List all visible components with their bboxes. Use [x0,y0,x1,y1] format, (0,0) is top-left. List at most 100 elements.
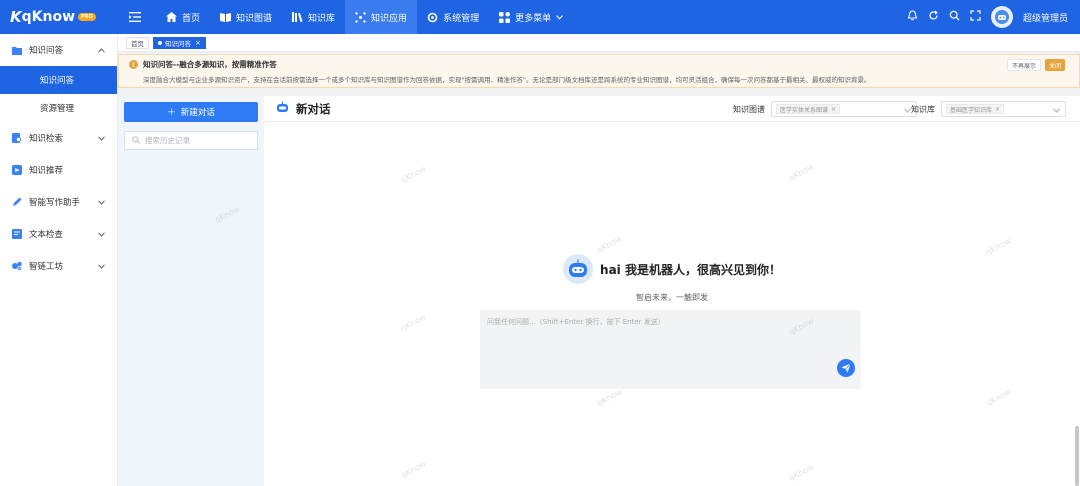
chevron-down-icon [904,106,911,116]
welcome-row: hai 我是机器人，很高兴见到你！ [264,254,1080,284]
plus-icon: ＋ [167,108,176,118]
top-toolbar: 超级管理员 [907,0,1068,34]
close-icon[interactable]: × [831,106,836,113]
grid-icon [499,11,511,23]
chevron-down-icon [98,134,105,144]
recommend-icon [12,165,22,175]
book-icon [220,12,232,22]
send-button[interactable] [837,359,855,377]
question-input-box [480,310,861,389]
sidebar-sub-label: 知识问答 [40,76,75,86]
nav-knowledge-graph-label: 知识图谱 [236,13,273,24]
refresh-icon[interactable] [928,10,939,24]
chevron-up-icon [98,46,105,56]
sidebar-item-knowledge-recommend[interactable]: 知识推荐 [0,154,117,186]
history-search-input[interactable]: 搜索历史记录 [124,131,258,150]
kb-select-label: 知识库 [911,104,935,114]
active-dot-icon [158,40,162,45]
new-chat-button[interactable]: ＋ 新建对话 [124,102,258,122]
kb-selected-tag: 基础医学知识库 × [946,104,1005,114]
search-icon[interactable] [949,10,960,24]
sidebar-item-knowledge-qa[interactable]: 知识问答 [0,34,117,66]
tab-label: 首页 [131,39,144,48]
menu-collapse-icon[interactable] [128,11,142,23]
library-icon [292,12,303,22]
question-input[interactable] [480,310,861,360]
nav-knowledge-graph[interactable]: 知识图谱 [210,0,282,34]
nav-knowledge-base-label: 知识库 [308,13,336,24]
nav-system-admin-label: 系统管理 [443,13,480,24]
notice-banner: ! 知识问答--融合多源知识，按需精准作答 深度融合大模型与企业多源知识资产，支… [118,54,1080,88]
chevron-down-icon [98,230,105,240]
app-logo[interactable]: K qKnow PRO [0,0,118,34]
send-icon [841,363,851,373]
chevron-down-icon [98,198,105,208]
settings-icon [427,12,438,23]
chevron-down-icon [556,14,563,20]
sidebar-item-knowledge-search[interactable]: 知识检索 [0,122,117,154]
kg-select-group: 知识图谱 医学实体关系图谱 × [733,101,917,117]
kg-select[interactable]: 医学实体关系图谱 × [771,101,917,117]
kb-select[interactable]: 基础医学知识库 × [941,101,1066,117]
apps-icon [355,11,366,23]
close-icon[interactable]: × [195,39,201,47]
search-icon [132,135,140,146]
sidebar-item-workshop[interactable]: 智链工坊 [0,250,117,282]
top-navbar: K qKnow PRO 首页 知识图谱 知识库 知识应用 系统管理 更多菜单 超… [0,0,1080,34]
kg-selected-tag: 医学实体关系图谱 × [776,104,841,114]
nav-home-label: 首页 [182,13,201,24]
new-chat-label: 新建对话 [180,108,215,118]
sidebar-item-label: 知识检索 [29,134,64,144]
page-scrollbar[interactable] [1074,96,1080,486]
sidebar-item-label: 知识推荐 [29,166,64,176]
history-search-placeholder: 搜索历史记录 [145,136,190,145]
fullscreen-icon[interactable] [970,10,981,24]
sidebar-sub-resource-management[interactable]: 资源管理 [0,94,117,122]
notice-description: 深度融合大模型与企业多源知识资产，支持在会话前按需选择一个或多个知识库与知识图谱… [143,76,871,84]
kb-select-group: 知识库 基础医学知识库 × [911,101,1066,117]
sidebar-item-label: 文本检查 [29,230,64,240]
welcome-subtitle: 智启未来，一触即发 [636,293,708,302]
warning-icon: ! [129,60,138,69]
tab-home[interactable]: 首页 [126,36,149,49]
notice-title: 知识问答--融合多源知识，按需精准作答 [143,60,277,69]
notice-title-row: ! 知识问答--融合多源知识，按需精准作答 [129,59,1069,70]
nav-more-menu[interactable]: 更多菜单 [489,0,573,34]
home-icon [166,12,177,22]
nav-knowledge-app[interactable]: 知识应用 [345,0,418,34]
kg-selected-label: 医学实体关系图谱 [780,106,829,114]
close-icon[interactable]: × [995,106,1000,113]
chat-header: 新对话 知识图谱 医学实体关系图谱 × 知识库 基础医学知识库 × [264,96,1080,122]
top-nav: 首页 知识图谱 知识库 知识应用 系统管理 更多菜单 [156,0,573,34]
chevron-down-icon [98,262,105,272]
chat-title: 新对话 [296,101,331,116]
chat-folder-icon [12,45,22,55]
chevron-down-icon [1053,106,1060,116]
username[interactable]: 超级管理员 [1023,11,1068,24]
pen-icon [12,197,22,207]
kg-select-label: 知识图谱 [733,104,765,114]
nav-more-menu-label: 更多菜单 [515,13,552,24]
nav-system-admin[interactable]: 系统管理 [417,0,489,34]
nav-knowledge-app-label: 知识应用 [371,13,408,24]
tab-knowledge-qa[interactable]: 知识问答 × [153,36,206,49]
bell-icon[interactable] [907,10,918,24]
nav-home[interactable]: 首页 [156,0,210,34]
sidebar-item-writing-assistant[interactable]: 智能写作助手 [0,186,117,218]
scrollbar-thumb[interactable] [1075,426,1079,486]
close-notice-button[interactable]: 关闭 [1044,59,1065,71]
search-doc-icon [12,133,22,143]
tags-view: 首页 知识问答 × [118,34,1080,52]
sidebar-item-label: 智能写作助手 [29,198,81,208]
history-panel: ＋ 新建对话 搜索历史记录 [118,96,264,486]
dismiss-button[interactable]: 不再展示 [1006,59,1041,71]
sidebar-sub-label: 资源管理 [40,104,75,114]
tab-label: 知识问答 [165,39,191,48]
avatar[interactable] [990,6,1013,28]
logo-badge: PRO [78,13,96,21]
sidebar-item-text-check[interactable]: 文本检查 [0,218,117,250]
nav-knowledge-base[interactable]: 知识库 [282,0,345,34]
sidebar: 知识问答 知识问答 资源管理 知识检索 知识推荐 智能写作助手 文本检查 智链工… [0,34,118,486]
sidebar-sub-knowledge-qa[interactable]: 知识问答 [0,66,117,94]
robot-icon [276,101,289,116]
